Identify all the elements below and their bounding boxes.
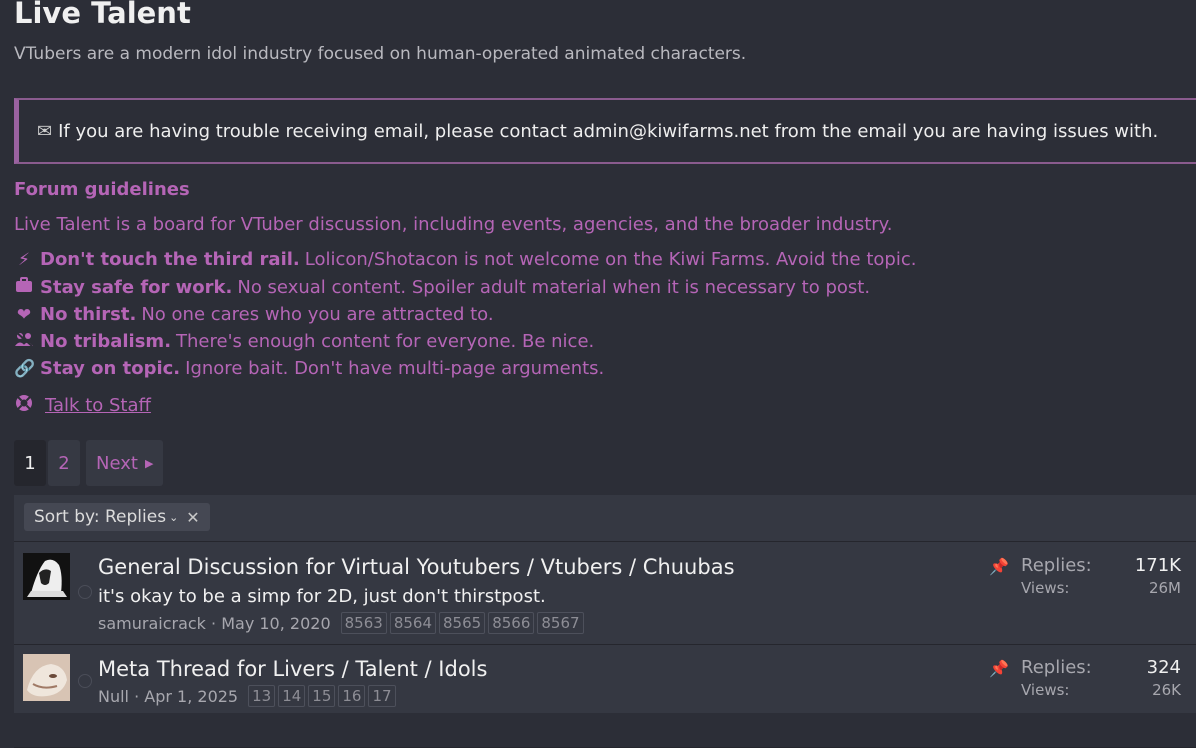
envelope-icon: ✉	[37, 120, 53, 142]
thread-author[interactable]: samuraicrack	[98, 614, 206, 633]
thread-row[interactable]: Meta Thread for Livers / Talent / Idols …	[14, 645, 1196, 748]
read-status-indicator[interactable]	[78, 674, 92, 688]
next-label: Next	[96, 452, 138, 474]
page-2-button[interactable]: 2	[48, 440, 80, 486]
thread-list: Sort by: Replies ⌄ ✕ General Discussion …	[14, 495, 1196, 748]
page-link[interactable]: 8565	[439, 612, 486, 634]
remove-sort-icon[interactable]: ✕	[186, 508, 199, 527]
thread-title[interactable]: Meta Thread for Livers / Talent / Idols	[98, 657, 487, 681]
replies-count: 324	[1146, 657, 1181, 678]
page-link[interactable]: 8563	[340, 612, 387, 634]
page-link[interactable]: 16	[338, 685, 366, 707]
page-link[interactable]: 13	[248, 685, 276, 707]
thumbtack-icon: 📌	[989, 659, 1009, 678]
pagination: 1 2 Next ▶	[14, 440, 165, 486]
guidelines-intro: Live Talent is a board for VTuber discus…	[14, 214, 893, 235]
thread-title[interactable]: General Discussion for Virtual Youtubers…	[98, 555, 735, 579]
thread-date[interactable]: Apr 1, 2025	[144, 687, 238, 706]
briefcase-icon	[14, 277, 34, 298]
email-notice: ✉ If you are having trouble receiving em…	[14, 98, 1196, 164]
broken-heart-icon: ❤	[16, 304, 32, 325]
page-1-button[interactable]: 1	[14, 440, 46, 486]
sort-label: Sort by: Replies	[34, 507, 167, 527]
replies-count: 171K	[1134, 555, 1181, 576]
replies-label: Replies:	[1021, 555, 1092, 576]
page-link[interactable]: 14	[278, 685, 306, 707]
thumbtack-icon: 📌	[989, 557, 1009, 576]
rule-text: Ignore bait. Don't have multi-page argum…	[185, 358, 605, 379]
page-link[interactable]: 8567	[537, 612, 584, 634]
thread-page-links: 8563 8564 8565 8566 8567	[340, 612, 587, 634]
avatar[interactable]	[23, 553, 70, 600]
next-page-button[interactable]: Next ▶	[86, 440, 164, 486]
sort-filter-chip[interactable]: Sort by: Replies ⌄ ✕	[24, 503, 210, 531]
thread-date[interactable]: May 10, 2020	[221, 614, 330, 633]
rule-heading: No thirst.	[40, 304, 137, 325]
meta-separator: ·	[205, 613, 222, 633]
notice-text: If you are having trouble receiving emai…	[58, 120, 1159, 142]
talk-to-staff-label[interactable]: Talk to Staff	[45, 395, 151, 416]
rule-text: No sexual content. Spoiler adult materia…	[237, 277, 871, 298]
thread-author[interactable]: Null	[98, 687, 129, 706]
thread-stats: Replies: 171K Views: 26M	[1021, 555, 1181, 597]
avatar[interactable]	[23, 654, 70, 701]
link-icon: 🔗	[14, 358, 36, 379]
views-count: 26M	[1148, 579, 1181, 597]
views-label: Views:	[1021, 681, 1070, 699]
rule-text: There's enough content for everyone. Be …	[176, 331, 595, 352]
guideline-rule: 🔗 Stay on topic. Ignore bait. Don't have…	[14, 358, 604, 379]
views-label: Views:	[1021, 579, 1070, 597]
guidelines-title: Forum guidelines	[14, 179, 190, 200]
guideline-rule: ⚡ Don't touch the third rail. Lolicon/Sh…	[14, 249, 916, 270]
users-slash-icon	[14, 331, 34, 352]
guideline-rule: No tribalism. There's enough content for…	[14, 331, 594, 352]
page-link[interactable]: 15	[308, 685, 336, 707]
page-link[interactable]: 17	[368, 685, 396, 707]
thread-row[interactable]: General Discussion for Virtual Youtubers…	[14, 542, 1196, 645]
views-count: 26K	[1152, 681, 1181, 699]
page-link[interactable]: 8564	[389, 612, 436, 634]
guideline-rule: ❤ No thirst. No one cares who you are at…	[14, 304, 494, 325]
thread-snippet: it's okay to be a simp for 2D, just don'…	[98, 586, 546, 607]
thread-meta: Null · Apr 1, 2025 13 14 15 16 17	[98, 685, 399, 707]
thread-stats: Replies: 324 Views: 26K	[1021, 657, 1181, 699]
page-link[interactable]: 8566	[488, 612, 535, 634]
rule-heading: Don't touch the third rail.	[40, 249, 300, 270]
caret-right-icon: ▶	[144, 456, 154, 470]
thread-meta: samuraicrack · May 10, 2020 8563 8564 85…	[98, 612, 587, 634]
rule-text: Lolicon/Shotacon is not welcome on the K…	[304, 249, 917, 270]
sort-bar: Sort by: Replies ⌄ ✕	[14, 495, 1196, 542]
guideline-rule: Stay safe for work. No sexual content. S…	[14, 277, 870, 298]
replies-label: Replies:	[1021, 657, 1092, 678]
read-status-indicator[interactable]	[78, 585, 92, 599]
forum-description: VTubers are a modern idol industry focus…	[14, 44, 747, 64]
bolt-icon: ⚡	[18, 249, 30, 270]
rule-text: No one cares who you are attracted to.	[141, 304, 494, 325]
forum-title: Live Talent	[14, 0, 191, 30]
rule-heading: Stay on topic.	[40, 358, 181, 379]
rule-heading: Stay safe for work.	[40, 277, 233, 298]
thread-page-links: 13 14 15 16 17	[248, 685, 398, 707]
talk-to-staff-link[interactable]: Talk to Staff	[14, 394, 151, 417]
rule-heading: No tribalism.	[40, 331, 172, 352]
chevron-down-icon: ⌄	[169, 510, 179, 524]
meta-separator: ·	[129, 686, 145, 706]
lifebuoy-icon	[14, 394, 34, 417]
